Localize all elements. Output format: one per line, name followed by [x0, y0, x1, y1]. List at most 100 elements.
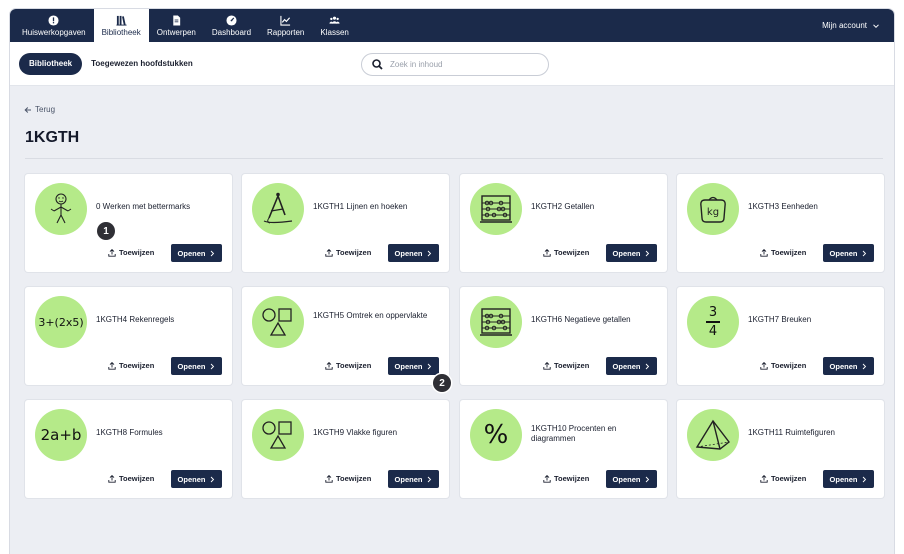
assign-button[interactable]: Toewijzen: [325, 474, 371, 483]
assign-button[interactable]: Toewijzen: [760, 361, 806, 370]
chapter-card: 3+(2x5) 1KGTH4 Rekenregels Toewijzen Ope…: [25, 287, 232, 385]
search-box[interactable]: [361, 53, 549, 76]
open-button[interactable]: Openen: [606, 357, 657, 375]
upload-icon: [760, 474, 768, 483]
nav-item-dashboard[interactable]: Dashboard: [204, 9, 259, 42]
open-button[interactable]: Openen: [823, 470, 874, 488]
back-link[interactable]: Terug: [24, 105, 55, 114]
nav-label: Huiswerkopgaven: [22, 27, 86, 37]
open-button[interactable]: Openen: [388, 357, 439, 375]
chapter-title: 0 Werken met bettermarks: [96, 202, 191, 211]
percent-symbol: %: [483, 420, 509, 450]
assign-button[interactable]: Toewijzen: [325, 248, 371, 257]
upload-icon: [325, 474, 333, 483]
formula-text: 3+(2x5): [38, 315, 84, 329]
assign-button[interactable]: Toewijzen: [543, 248, 589, 257]
assign-button[interactable]: Toewijzen: [760, 474, 806, 483]
open-button[interactable]: Openen: [388, 470, 439, 488]
assign-button[interactable]: Toewijzen: [543, 361, 589, 370]
open-button[interactable]: Openen: [606, 244, 657, 262]
chapter-title: 1KGTH5 Omtrek en oppervlakte: [313, 311, 428, 320]
chevron-right-icon: [211, 250, 215, 256]
upload-icon: [108, 474, 116, 483]
assign-button[interactable]: Toewijzen: [325, 361, 371, 370]
sub-navigation: Bibliotheek Toegewezen hoofdstukken: [10, 42, 894, 86]
divider: [25, 158, 883, 159]
open-label: Openen: [177, 361, 206, 371]
nav-label: Dashboard: [211, 27, 252, 37]
fraction-image: 3 4: [706, 306, 720, 338]
chapter-title: 1KGTH3 Eenheden: [748, 202, 818, 211]
chapter-image: [687, 409, 739, 461]
abacus-icon: [480, 195, 512, 223]
open-label: Openen: [612, 474, 641, 484]
shapes-icon: [262, 308, 292, 336]
assign-button[interactable]: Toewijzen: [108, 361, 154, 370]
assign-label: Toewijzen: [119, 248, 155, 257]
open-button[interactable]: Openen: [823, 244, 874, 262]
nav-item-huiswerkopgaven[interactable]: Huiswerkopgaven: [14, 9, 94, 42]
search-icon: [372, 59, 383, 70]
chapter-card: kg 1KGTH3 Eenheden Toewijzen Openen: [677, 174, 884, 272]
page-title: 1KGTH: [25, 129, 80, 146]
chapter-card: % 1KGTH10 Procenten en diagrammen Toewij…: [460, 400, 667, 498]
nav-item-ontwerpen[interactable]: Ontwerpen: [149, 9, 204, 42]
nav-item-klassen[interactable]: Klassen: [312, 9, 356, 42]
open-button[interactable]: Openen: [606, 470, 657, 488]
gauge-icon: [226, 14, 237, 26]
nav-label: Rapporten: [267, 27, 305, 37]
assign-label: Toewijzen: [336, 248, 372, 257]
nav-item-rapporten[interactable]: Rapporten: [259, 9, 312, 42]
assign-button[interactable]: Toewijzen: [760, 248, 806, 257]
chapter-title: 1KGTH10 Procenten en diagrammen: [531, 424, 617, 443]
open-button[interactable]: Openen: [171, 357, 222, 375]
open-button[interactable]: Openen: [823, 357, 874, 375]
open-button[interactable]: Openen: [171, 244, 222, 262]
chevron-right-icon: [428, 476, 432, 482]
assign-label: Toewijzen: [336, 361, 372, 370]
upload-icon: [325, 361, 333, 370]
chapter-image: [470, 296, 522, 348]
open-label: Openen: [612, 248, 641, 258]
assign-label: Toewijzen: [771, 474, 807, 483]
tab-bibliotheek[interactable]: Bibliotheek: [19, 52, 83, 75]
open-button[interactable]: Openen: [388, 244, 439, 262]
chapter-title: 1KGTH4 Rekenregels: [96, 315, 175, 324]
account-menu[interactable]: Mijn account: [822, 9, 880, 42]
open-label: Openen: [612, 361, 641, 371]
compass-icon: [263, 192, 293, 224]
chapter-image: [252, 296, 304, 348]
assign-button[interactable]: Toewijzen: [108, 248, 154, 257]
chapter-card: 1KGTH11 Ruimtefiguren Toewijzen Openen: [677, 400, 884, 498]
upload-icon: [325, 248, 333, 257]
upload-icon: [543, 248, 551, 257]
formula-text: 2a+b: [40, 426, 82, 444]
chevron-right-icon: [863, 250, 867, 256]
open-label: Openen: [394, 248, 423, 258]
open-label: Openen: [829, 361, 858, 371]
chapter-image: 3+(2x5): [35, 296, 87, 348]
nav-label: Bibliotheek: [101, 27, 141, 37]
app-window: Huiswerkopgaven Bibliotheek Ontwerpen Da…: [10, 9, 894, 554]
assign-label: Toewijzen: [119, 361, 155, 370]
upload-icon: [543, 361, 551, 370]
chapter-image: [35, 183, 87, 235]
assign-button[interactable]: Toewijzen: [543, 474, 589, 483]
weight-kg-icon: kg: [700, 196, 726, 223]
chapter-image: 3 4: [687, 296, 739, 348]
account-label: Mijn account: [822, 21, 867, 30]
chevron-right-icon: [863, 476, 867, 482]
tab-toegewezen-hoofdstukken[interactable]: Toegewezen hoofdstukken: [91, 59, 193, 68]
chapter-image: 2a+b: [35, 409, 87, 461]
chapter-title: 1KGTH11 Ruimtefiguren: [748, 428, 835, 437]
chapter-image: [252, 183, 304, 235]
open-button[interactable]: Openen: [171, 470, 222, 488]
chapter-image: [470, 183, 522, 235]
open-label: Openen: [177, 248, 206, 258]
nav-item-bibliotheek[interactable]: Bibliotheek: [93, 9, 149, 42]
assign-button[interactable]: Toewijzen: [108, 474, 154, 483]
open-label: Openen: [829, 248, 858, 258]
library-icon: [116, 15, 127, 26]
search-input[interactable]: [390, 60, 540, 69]
chapter-card: 2a+b 1KGTH8 Formules Toewijzen Openen: [25, 400, 232, 498]
